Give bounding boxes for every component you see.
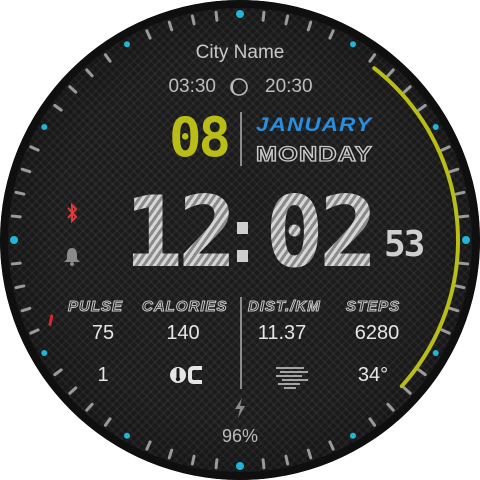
- lightning-icon: [235, 398, 245, 418]
- minute-tick: [29, 145, 40, 152]
- secondary-value: 1: [97, 364, 109, 386]
- minute-tick: [14, 190, 26, 196]
- minute-tick: [284, 14, 290, 26]
- minute-tick: [214, 458, 219, 470]
- minute-tick: [53, 368, 63, 377]
- minute-tick: [448, 167, 460, 174]
- date-divider: [240, 112, 242, 166]
- minute-tick: [328, 29, 335, 40]
- day-of-month: 08: [168, 106, 231, 169]
- minute-tick: [29, 328, 40, 335]
- minute-tick: [454, 190, 466, 196]
- distance-label: DIST./KM: [248, 298, 321, 316]
- battery-percent: 96%: [221, 426, 259, 446]
- temperature-value: 34°: [357, 364, 389, 386]
- minute-tick: [402, 85, 412, 94]
- steps-label: STEPS: [345, 298, 401, 316]
- minute-tick: [417, 368, 427, 377]
- hour-marker: [41, 350, 48, 356]
- minute-tick: [85, 68, 94, 78]
- minute-tick: [306, 448, 313, 460]
- minute-tick: [440, 145, 451, 152]
- minute-tick: [448, 306, 460, 313]
- minute-tick: [10, 214, 22, 219]
- minute-tick: [402, 386, 412, 395]
- minute-tick: [20, 167, 32, 174]
- minute-tick: [440, 328, 451, 335]
- time-colon: [237, 210, 249, 270]
- minute-tick: [85, 402, 94, 412]
- hour-marker: [462, 236, 470, 244]
- hour-marker: [432, 350, 439, 356]
- thermometer-icon: [170, 366, 202, 384]
- distance-value: 11.37: [257, 322, 307, 344]
- minute-tick: [284, 454, 290, 466]
- month-name: JANUARY: [256, 115, 373, 136]
- minute-tick: [53, 103, 63, 112]
- pulse-value: 75: [91, 322, 115, 344]
- sunrise-time: 03:30: [168, 76, 216, 97]
- watch-face: City Name 03:30 20:30 08 JANUARY MONDAY …: [0, 0, 480, 480]
- minute-tick: [10, 261, 22, 266]
- hour-marker: [236, 462, 244, 470]
- time-hours: 12: [124, 176, 237, 290]
- city-name: City Name: [195, 42, 285, 63]
- time-seconds: 53: [384, 224, 425, 265]
- minute-tick: [214, 10, 219, 22]
- minute-tick: [68, 85, 78, 94]
- minute-tick: [386, 68, 395, 78]
- hour-marker: [432, 124, 439, 130]
- bell-icon: [64, 248, 80, 266]
- minute-tick: [458, 261, 470, 266]
- minute-tick: [368, 417, 377, 427]
- minute-tick: [103, 417, 112, 427]
- minute-tick: [386, 402, 395, 412]
- weather-icon: [276, 367, 308, 389]
- minute-tick: [417, 103, 427, 112]
- sunset-time: 20:30: [265, 76, 313, 97]
- minute-tick: [458, 214, 470, 219]
- minute-tick: [145, 29, 152, 40]
- minute-tick: [167, 20, 174, 32]
- moon-icon: [230, 78, 248, 96]
- minute-tick: [261, 458, 266, 470]
- time-minutes: 02: [265, 176, 378, 290]
- seconds-marker: [48, 314, 54, 327]
- calories-label: CALORIES: [142, 298, 228, 316]
- minute-tick: [454, 284, 466, 290]
- weekday-name: MONDAY: [255, 142, 373, 166]
- hour-marker: [41, 124, 48, 130]
- hour-marker: [236, 10, 244, 18]
- minute-tick: [306, 20, 313, 32]
- minute-tick: [68, 386, 78, 395]
- minute-tick: [190, 454, 196, 466]
- pulse-label: PULSE: [67, 298, 124, 316]
- minute-tick: [261, 10, 266, 22]
- minute-tick: [167, 448, 174, 460]
- bluetooth-icon: [67, 203, 78, 223]
- minute-tick: [20, 306, 32, 313]
- hour-marker: [10, 236, 18, 244]
- minute-tick: [14, 284, 26, 290]
- calories-value: 140: [166, 322, 200, 344]
- steps-value: 6280: [354, 322, 400, 344]
- minute-tick: [190, 14, 196, 26]
